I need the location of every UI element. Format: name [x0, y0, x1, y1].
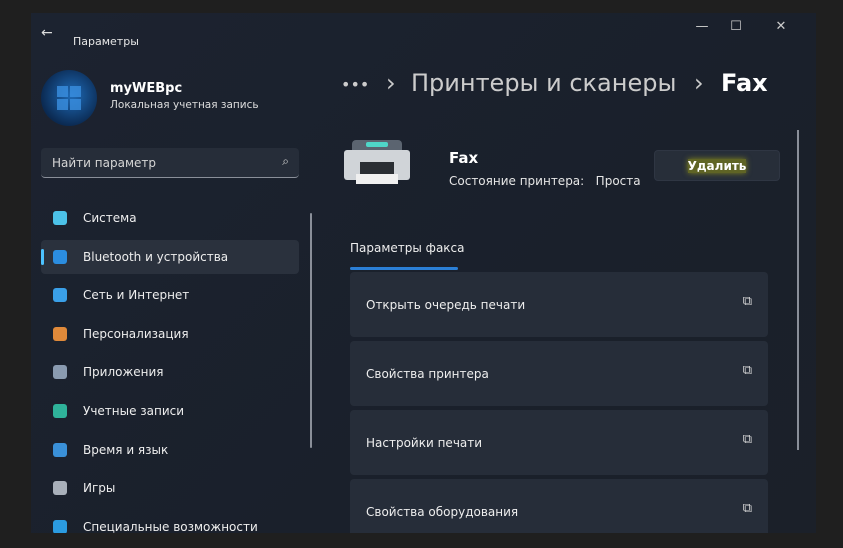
category-icon	[53, 404, 67, 418]
sidebar-item-1[interactable]: Bluetooth и устройства	[41, 239, 299, 274]
window-title: Параметры	[73, 35, 139, 48]
sidebar-item-label: Персонализация	[83, 326, 189, 341]
avatar[interactable]	[41, 70, 97, 126]
setting-card[interactable]: Настройки печати ⧉	[350, 410, 768, 475]
open-external-icon: ⧉	[742, 294, 752, 309]
selection-indicator	[41, 248, 44, 265]
breadcrumb-printers[interactable]: Принтеры и сканеры	[411, 69, 676, 97]
category-icon	[53, 481, 67, 496]
card-label: Настройки печати	[366, 436, 483, 450]
sidebar-item-label: Учетные записи	[83, 404, 185, 418]
breadcrumb-separator: ›	[386, 69, 396, 97]
breadcrumb-separator: ›	[694, 69, 704, 97]
device-name: Fax	[449, 149, 479, 167]
sidebar-item-7[interactable]: Игры	[41, 471, 299, 505]
category-icon	[53, 442, 67, 457]
sidebar-item-0[interactable]: Система	[41, 201, 299, 235]
sidebar-item-2[interactable]: Сеть и Интернет	[41, 278, 299, 312]
sidebar-item-label: Специальные возможности	[83, 519, 258, 533]
maximize-button[interactable]: ☐	[721, 19, 751, 34]
category-icon	[53, 288, 67, 303]
sidebar-item-5[interactable]: Учетные записи	[41, 394, 299, 428]
settings-window: ← Параметры — ☐ ✕ myWEBpc Локальная учет…	[31, 13, 816, 533]
breadcrumb-more[interactable]: •••	[341, 75, 369, 94]
delete-label: Удалить	[687, 159, 747, 173]
sidebar-item-4[interactable]: Приложения	[41, 355, 299, 389]
delete-button[interactable]: Удалить	[654, 150, 780, 181]
open-external-icon: ⧉	[742, 363, 752, 378]
user-name: myWEBpc	[110, 81, 183, 96]
open-external-icon: ⧉	[742, 432, 752, 447]
category-icon	[53, 326, 67, 341]
sidebar-item-label: Bluetooth и устройства	[83, 249, 229, 264]
page-title: Fax	[721, 69, 768, 97]
sidebar-item-label: Игры	[83, 481, 116, 496]
account-type: Локальная учетная запись	[110, 99, 259, 111]
setting-card[interactable]: Свойства оборудования ⧉	[350, 479, 768, 533]
open-external-icon: ⧉	[742, 501, 752, 516]
sidebar-item-label: Система	[83, 211, 137, 225]
printer-status: Состояние принтера: Проста	[449, 174, 641, 188]
category-icon	[53, 519, 67, 533]
tab-fax-settings[interactable]: Параметры факса	[350, 241, 465, 255]
search-icon: ⌕	[282, 154, 289, 168]
minimize-button[interactable]: —	[687, 19, 717, 34]
category-icon	[53, 249, 67, 264]
status-label: Состояние принтера:	[449, 174, 585, 188]
sidebar-item-label: Сеть и Интернет	[83, 288, 190, 303]
card-label: Свойства оборудования	[366, 505, 519, 519]
main-scrollbar[interactable]	[797, 130, 799, 450]
close-button[interactable]: ✕	[766, 19, 796, 34]
card-label: Свойства принтера	[366, 367, 489, 381]
card-label: Открыть очередь печати	[366, 298, 526, 312]
status-value: Проста	[595, 174, 641, 188]
search-placeholder: Найти параметр	[52, 156, 156, 170]
sidebar-item-3[interactable]: Персонализация	[41, 317, 299, 351]
sidebar-item-8[interactable]: Специальные возможности	[41, 510, 299, 533]
setting-card[interactable]: Открыть очередь печати ⧉	[350, 272, 768, 337]
category-icon	[53, 365, 67, 380]
sidebar-item-label: Приложения	[83, 365, 164, 380]
sidebar-scrollbar[interactable]	[310, 213, 312, 448]
tab-indicator	[350, 267, 458, 270]
printer-icon	[344, 140, 410, 188]
sidebar-item-label: Время и язык	[83, 442, 169, 457]
search-input[interactable]: Найти параметр ⌕	[41, 148, 299, 178]
category-icon	[53, 211, 67, 225]
setting-card[interactable]: Свойства принтера ⧉	[350, 341, 768, 406]
sidebar-item-6[interactable]: Время и язык	[41, 433, 299, 467]
back-button[interactable]: ←	[41, 25, 53, 41]
